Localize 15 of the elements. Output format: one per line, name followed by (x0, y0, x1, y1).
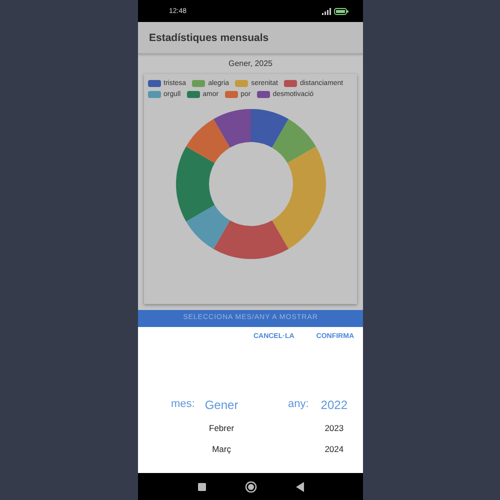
picker-option[interactable]: Març (212, 444, 231, 454)
back-icon[interactable] (296, 482, 304, 492)
square-icon[interactable] (198, 482, 206, 490)
app-title: Estadístiques mensuals (149, 32, 269, 44)
picker-option[interactable]: 2024 (324, 444, 344, 454)
picker-option[interactable]: 2023 (324, 423, 344, 433)
battery-icon (334, 8, 349, 14)
period-label: Gener, 2025 (227, 59, 274, 68)
picker-label: mes: (171, 398, 195, 410)
signal-icon (321, 8, 331, 14)
picker-option[interactable]: Febrer (209, 423, 234, 433)
picker-option[interactable]: Gener (204, 398, 238, 412)
picker-option[interactable]: 2022 (320, 398, 348, 412)
home-icon[interactable] (244, 480, 256, 492)
picker-label: any: (288, 398, 309, 410)
